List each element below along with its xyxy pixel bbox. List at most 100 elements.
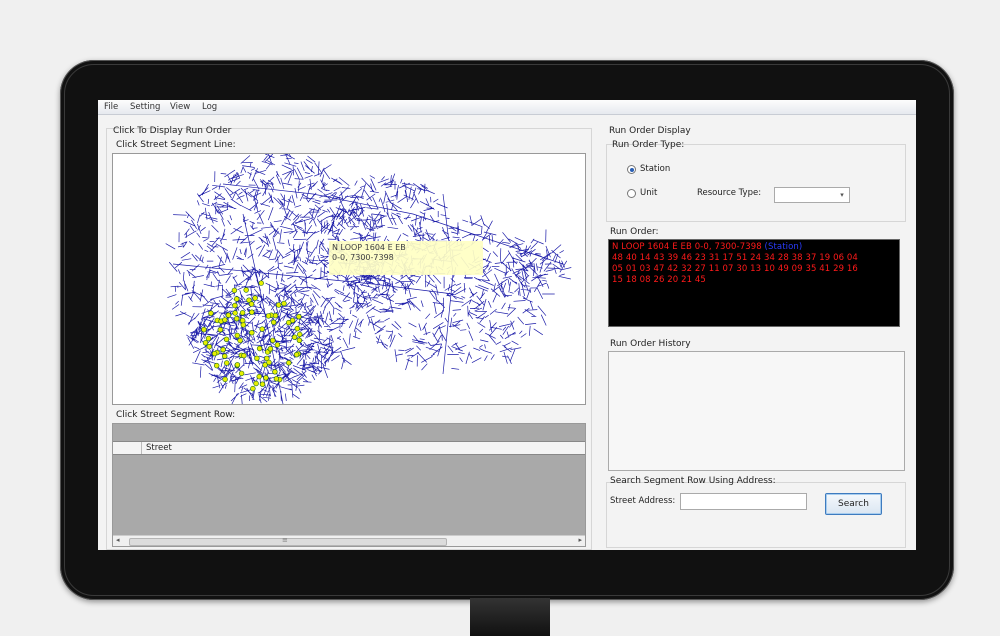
station-marker-icon[interactable] <box>259 326 265 332</box>
station-marker-icon[interactable] <box>256 345 263 352</box>
run-order-line-2: 05 01 03 47 42 32 27 11 07 30 13 10 49 0… <box>612 264 858 274</box>
street-address-input[interactable] <box>680 493 807 510</box>
station-marker-icon[interactable] <box>266 359 272 366</box>
menu-setting[interactable]: Setting <box>130 102 160 112</box>
station-marker-icon[interactable] <box>217 327 224 333</box>
station-marker-icon[interactable] <box>276 302 282 308</box>
station-marker-icon[interactable] <box>249 330 255 336</box>
station-marker-icon[interactable] <box>202 340 209 346</box>
station-marker-icon[interactable] <box>240 322 247 328</box>
station-marker-icon[interactable] <box>270 337 276 344</box>
street-segments-path[interactable] <box>165 154 572 404</box>
unit-radio-label[interactable]: Unit <box>640 188 657 198</box>
station-marker-icon[interactable] <box>258 280 264 286</box>
menu-log[interactable]: Log <box>202 102 217 112</box>
resource-type-select[interactable]: ▾ <box>774 187 850 203</box>
tooltip-line-street: N LOOP 1604 E EB <box>332 243 406 252</box>
menu-view[interactable]: View <box>170 102 190 112</box>
station-marker-icon[interactable] <box>211 350 218 357</box>
station-marker-icon[interactable] <box>213 362 220 369</box>
station-marker-icon[interactable] <box>259 381 266 387</box>
station-marker-icon[interactable] <box>254 355 260 362</box>
station-marker-icon[interactable] <box>238 370 245 377</box>
resource-type-label: Resource Type: <box>697 188 762 198</box>
tooltip-line-range: 0-0, 7300-7398 <box>332 253 394 262</box>
station-marker-icon[interactable] <box>286 360 292 366</box>
station-marker-icon[interactable] <box>237 337 243 344</box>
row-label: Click Street Segment Row: <box>116 410 236 420</box>
run-order-type-label: Run Order Type: <box>612 140 685 150</box>
grid-toolbar <box>113 424 585 441</box>
station-marker-icon[interactable] <box>239 317 246 324</box>
right-section-title: Run Order Display <box>609 126 691 136</box>
station-marker-icon[interactable] <box>233 296 240 302</box>
station-marker-icon[interactable] <box>232 310 238 316</box>
station-marker-icon[interactable] <box>297 331 303 338</box>
scroll-thumb[interactable]: ≡ <box>129 536 447 546</box>
scroll-right-icon[interactable]: ▸ <box>578 536 582 544</box>
station-marker-icon[interactable] <box>241 352 247 359</box>
station-marker-icon[interactable] <box>223 336 230 343</box>
station-marker-icon[interactable] <box>263 375 269 381</box>
station-marker-icon[interactable] <box>265 313 272 319</box>
station-marker-icon[interactable] <box>250 385 256 392</box>
station-marker-icon[interactable] <box>234 362 241 368</box>
station-marker-icon[interactable] <box>243 287 249 293</box>
station-marker-icon[interactable] <box>222 317 228 323</box>
station-marker-icon[interactable] <box>239 310 246 316</box>
search-group <box>606 482 906 548</box>
station-marker-icon[interactable] <box>249 309 255 315</box>
station-marker-icon[interactable] <box>296 314 302 320</box>
station-marker-icon[interactable] <box>248 301 255 307</box>
station-marker-icon[interactable] <box>273 376 280 382</box>
station-marker-icon[interactable] <box>252 295 258 301</box>
station-marker-icon[interactable] <box>208 310 214 316</box>
station-marker-icon[interactable] <box>272 369 278 375</box>
run-order-type-tag: (Station) <box>764 242 803 252</box>
station-marker-icon[interactable] <box>253 380 259 387</box>
station-marker-icon[interactable] <box>225 312 232 318</box>
street-network-svg[interactable] <box>113 154 585 404</box>
station-marker-icon[interactable] <box>220 347 226 353</box>
street-lines[interactable] <box>165 154 572 404</box>
chevron-down-icon[interactable]: ▾ <box>836 189 848 201</box>
station-marker-icon[interactable] <box>223 360 230 366</box>
monitor-stand <box>470 598 550 636</box>
station-marker-icon[interactable] <box>206 343 213 350</box>
grid-hscrollbar[interactable]: ◂ ≡ ▸ <box>113 535 585 546</box>
station-marker-icon[interactable] <box>296 337 303 344</box>
station-marker-icon[interactable] <box>267 346 274 352</box>
station-marker-icon[interactable] <box>201 326 207 333</box>
run-order-history-list[interactable] <box>608 351 905 471</box>
run-order-display: N LOOP 1604 E EB 0-0, 7300-7398 (Station… <box>608 239 900 327</box>
station-marker-icon[interactable] <box>221 353 228 359</box>
station-marker-icon[interactable] <box>256 373 262 380</box>
station-marker-icon[interactable] <box>271 319 277 326</box>
station-marker-icon[interactable] <box>232 302 238 309</box>
run-order-header-line: N LOOP 1604 E EB 0-0, 7300-7398 (Station… <box>612 242 896 253</box>
unit-radio[interactable] <box>627 189 636 198</box>
station-radio-label[interactable]: Station <box>640 164 670 174</box>
station-marker-icon[interactable] <box>222 376 228 383</box>
station-marker-icon[interactable] <box>205 335 212 342</box>
menu-file[interactable]: File <box>104 102 118 112</box>
station-radio[interactable] <box>627 165 636 174</box>
station-marker-icon[interactable] <box>274 342 281 348</box>
run-order-segment: N LOOP 1604 E EB 0-0, 7300-7398 <box>612 242 762 252</box>
station-marker-icon[interactable] <box>294 325 301 332</box>
station-marker-icon[interactable] <box>231 287 238 294</box>
station-marker-icon[interactable] <box>291 334 298 340</box>
left-section-title: Click To Display Run Order <box>113 126 232 136</box>
station-marker-icon[interactable] <box>293 352 300 358</box>
station-marker-icon[interactable] <box>281 300 287 307</box>
scroll-left-icon[interactable]: ◂ <box>116 536 120 544</box>
address-label: Street Address: <box>610 496 676 506</box>
segment-grid[interactable]: Street ◂ ≡ ▸ <box>112 423 586 547</box>
station-marker-icon[interactable] <box>272 312 279 319</box>
station-marker-icon[interactable] <box>286 319 292 326</box>
station-marker-icon[interactable] <box>233 316 240 322</box>
street-map[interactable]: N LOOP 1604 E EB 0-0, 7300-7398 <box>112 153 586 405</box>
search-button[interactable]: Search <box>825 493 882 515</box>
station-marker-icon[interactable] <box>234 332 241 339</box>
grid-column-street[interactable]: Street <box>146 443 172 453</box>
